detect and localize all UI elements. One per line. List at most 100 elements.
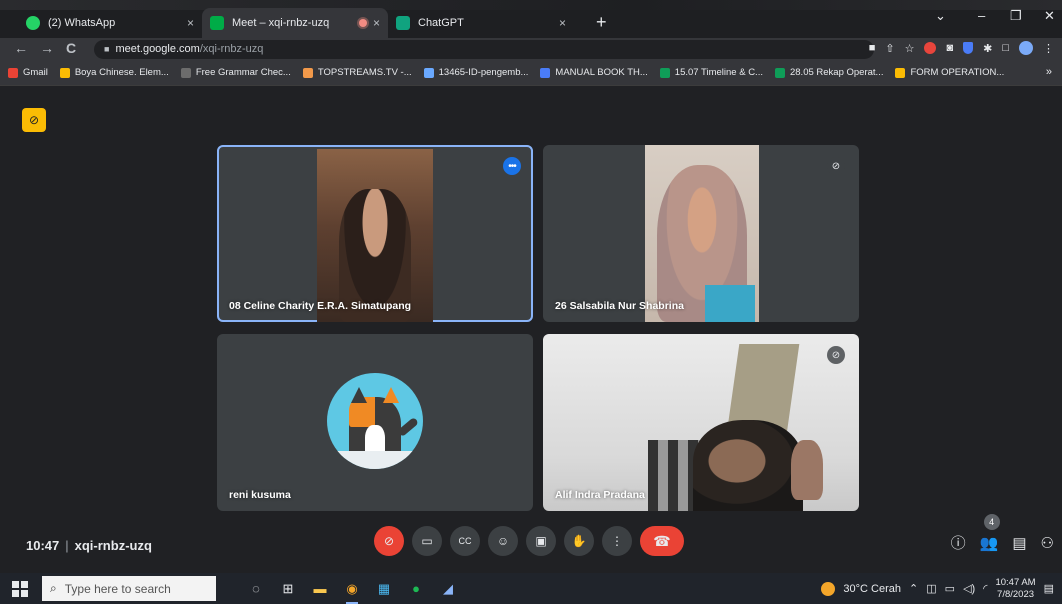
participant-tile[interactable]: ⊘ Alif Indra Pradana — [543, 334, 859, 511]
maximize-button[interactable]: ❐ — [1010, 8, 1022, 24]
wifi-icon[interactable]: ◜ — [983, 582, 987, 595]
task-view-icon[interactable]: ⊞ — [278, 579, 298, 599]
camera-toggle-button[interactable]: ▭ — [412, 526, 442, 556]
camera-icon: ▭ — [421, 534, 433, 548]
chat-button[interactable]: ▤ — [1012, 534, 1026, 552]
bookmark-label: Boya Chinese. Elem... — [74, 67, 169, 78]
volume-icon[interactable]: ◁) — [963, 582, 975, 595]
file-explorer-icon[interactable]: ▬ — [310, 579, 330, 599]
avatar — [327, 373, 423, 469]
emoji-icon: ☺ — [496, 534, 510, 548]
reactions-button[interactable]: ☺ — [488, 526, 518, 556]
hangup-icon: ☎ — [653, 532, 671, 549]
bookmark-grammar[interactable]: Free Grammar Chec... — [180, 67, 291, 78]
tab-chatgpt[interactable]: ChatGPT × — [388, 8, 574, 38]
menu-kebab-icon[interactable]: ⋮ — [1043, 42, 1054, 55]
bookmark-boya[interactable]: Boya Chinese. Elem... — [59, 67, 169, 78]
windows-start-icon[interactable] — [12, 580, 28, 597]
raise-hand-button[interactable]: ✋ — [564, 526, 594, 556]
bookmark-timeline[interactable]: 15.07 Timeline & C... — [659, 67, 763, 78]
forward-icon[interactable]: → — [40, 40, 54, 56]
tray-chevron-icon[interactable]: ⌃ — [909, 582, 918, 595]
bookmark-star-icon[interactable]: ☆ — [905, 42, 915, 55]
bookmark-label: 13465-ID-pengemb... — [438, 67, 529, 78]
spotify-icon[interactable]: ● — [406, 579, 426, 599]
participant-count-badge: 4 — [983, 513, 1000, 530]
share-icon[interactable]: ⇧ — [885, 42, 894, 55]
back-icon[interactable]: ← — [14, 40, 28, 56]
topstreams-icon — [302, 67, 313, 78]
meet-icon — [210, 16, 224, 30]
mic-toggle-button[interactable]: ⊘ — [374, 526, 404, 556]
profile-avatar-icon[interactable] — [1019, 41, 1033, 55]
tab-meet[interactable]: Meet – xqi-rnbz-uzq × — [202, 8, 388, 38]
bookmark-label: FORM OPERATION... — [910, 67, 1005, 78]
meeting-details-button[interactable]: ⓘ — [951, 532, 966, 553]
lock-icon[interactable]: ■ — [104, 44, 109, 54]
whatsapp-icon — [26, 16, 40, 30]
store-icon[interactable]: ▦ — [374, 579, 394, 599]
people-icon: 👥 — [979, 534, 999, 552]
people-button[interactable]: 4 👥 — [979, 513, 1000, 552]
toolbar: ← → C ■ meet.google.com/xqi-rnbz-uzq ■ ⇧ … — [0, 38, 1062, 60]
participant-tile[interactable]: reni kusuma — [217, 334, 533, 511]
cat-ear — [383, 387, 399, 403]
address-bar[interactable]: ■ meet.google.com/xqi-rnbz-uzq — [94, 40, 874, 59]
mic-off-icon: ⊘ — [827, 157, 845, 175]
extensions-puzzle-icon[interactable]: ✱ — [983, 42, 992, 55]
participant-tile[interactable]: ••• 08 Celine Charity E.R.A. Simatupang — [217, 145, 533, 322]
notifications-icon[interactable]: ▤ — [1044, 582, 1054, 595]
camera-in-use-icon[interactable]: ■ — [869, 42, 876, 54]
reload-icon[interactable]: C — [66, 40, 76, 56]
extension-camera-icon[interactable]: ◙ — [946, 42, 953, 54]
bookmark-pengemb[interactable]: 13465-ID-pengemb... — [423, 67, 529, 78]
camera-off-icon[interactable]: ⊘ — [22, 108, 46, 132]
clock[interactable]: 10:47 AM 7/8/2023 — [995, 577, 1035, 601]
tab-close-icon[interactable]: × — [559, 16, 566, 30]
extension-red-icon[interactable] — [924, 42, 937, 54]
tab-search-icon[interactable]: ⌄ — [935, 8, 946, 24]
bookmark-form[interactable]: FORM OPERATION... — [895, 67, 1004, 78]
url-host: meet.google.com — [115, 43, 200, 55]
bookmark-rekap[interactable]: 28.05 Rekap Operat... — [774, 67, 884, 78]
close-window-button[interactable]: ✕ — [1044, 8, 1055, 24]
captions-icon: CC — [458, 536, 472, 546]
chrome-icon[interactable]: ◉ — [342, 579, 362, 604]
present-button[interactable]: ▣ — [526, 526, 556, 556]
minimize-button[interactable]: – — [978, 8, 985, 23]
leave-call-button[interactable]: ☎ — [640, 526, 684, 556]
weather-text[interactable]: 30°C Cerah — [843, 583, 901, 595]
side-panel-icon[interactable]: □ — [1002, 42, 1009, 54]
bookmark-gmail[interactable]: Gmail — [8, 67, 48, 78]
bookmark-label: 28.05 Rekap Operat... — [789, 67, 884, 78]
search-placeholder: Type here to search — [64, 581, 171, 596]
clock-time: 10:47 AM — [995, 576, 1036, 588]
bookmark-manual[interactable]: MANUAL BOOK TH... — [540, 67, 648, 78]
tab-whatsapp[interactable]: (2) WhatsApp × — [18, 8, 202, 38]
app-icon[interactable]: ◢ — [438, 579, 458, 599]
chat-icon: ▤ — [1012, 534, 1027, 552]
tab-close-icon[interactable]: × — [373, 16, 380, 30]
info-icon: ⓘ — [950, 535, 966, 552]
participant-video — [543, 334, 859, 511]
activities-button[interactable]: ⚇ — [1041, 534, 1054, 552]
chatgpt-icon — [396, 16, 410, 30]
participant-name: Alif Indra Pradana — [555, 489, 645, 501]
call-controls: ⊘ ▭ CC ☺ ▣ ✋ ⋮ ☎ — [374, 526, 684, 556]
more-bookmarks-button[interactable]: » — [1046, 66, 1052, 78]
mic-off-icon: ⊘ — [827, 346, 845, 364]
side-controls: ⓘ 4 👥 ▤ ⚇ — [951, 513, 1054, 553]
new-tab-button[interactable]: + — [596, 12, 607, 32]
battery-icon[interactable]: ▭ — [945, 582, 955, 595]
more-options-button[interactable]: ⋮ — [602, 526, 632, 556]
participant-tile[interactable]: ⊘ 26 Salsabila Nur Shabrina — [543, 145, 859, 322]
bookmark-topstreams[interactable]: TOPSTREAMS.TV -... — [302, 67, 412, 78]
captions-button[interactable]: CC — [450, 526, 480, 556]
weather-icon[interactable] — [821, 581, 836, 596]
tab-close-icon[interactable]: × — [187, 16, 194, 30]
network-icon[interactable]: ◫ — [926, 582, 936, 595]
grammar-icon — [180, 67, 191, 78]
extension-shield-icon[interactable] — [963, 42, 974, 54]
taskbar-search-input[interactable]: ⌕ Type here to search — [42, 576, 216, 601]
cortana-icon[interactable]: ◌ — [246, 579, 266, 599]
